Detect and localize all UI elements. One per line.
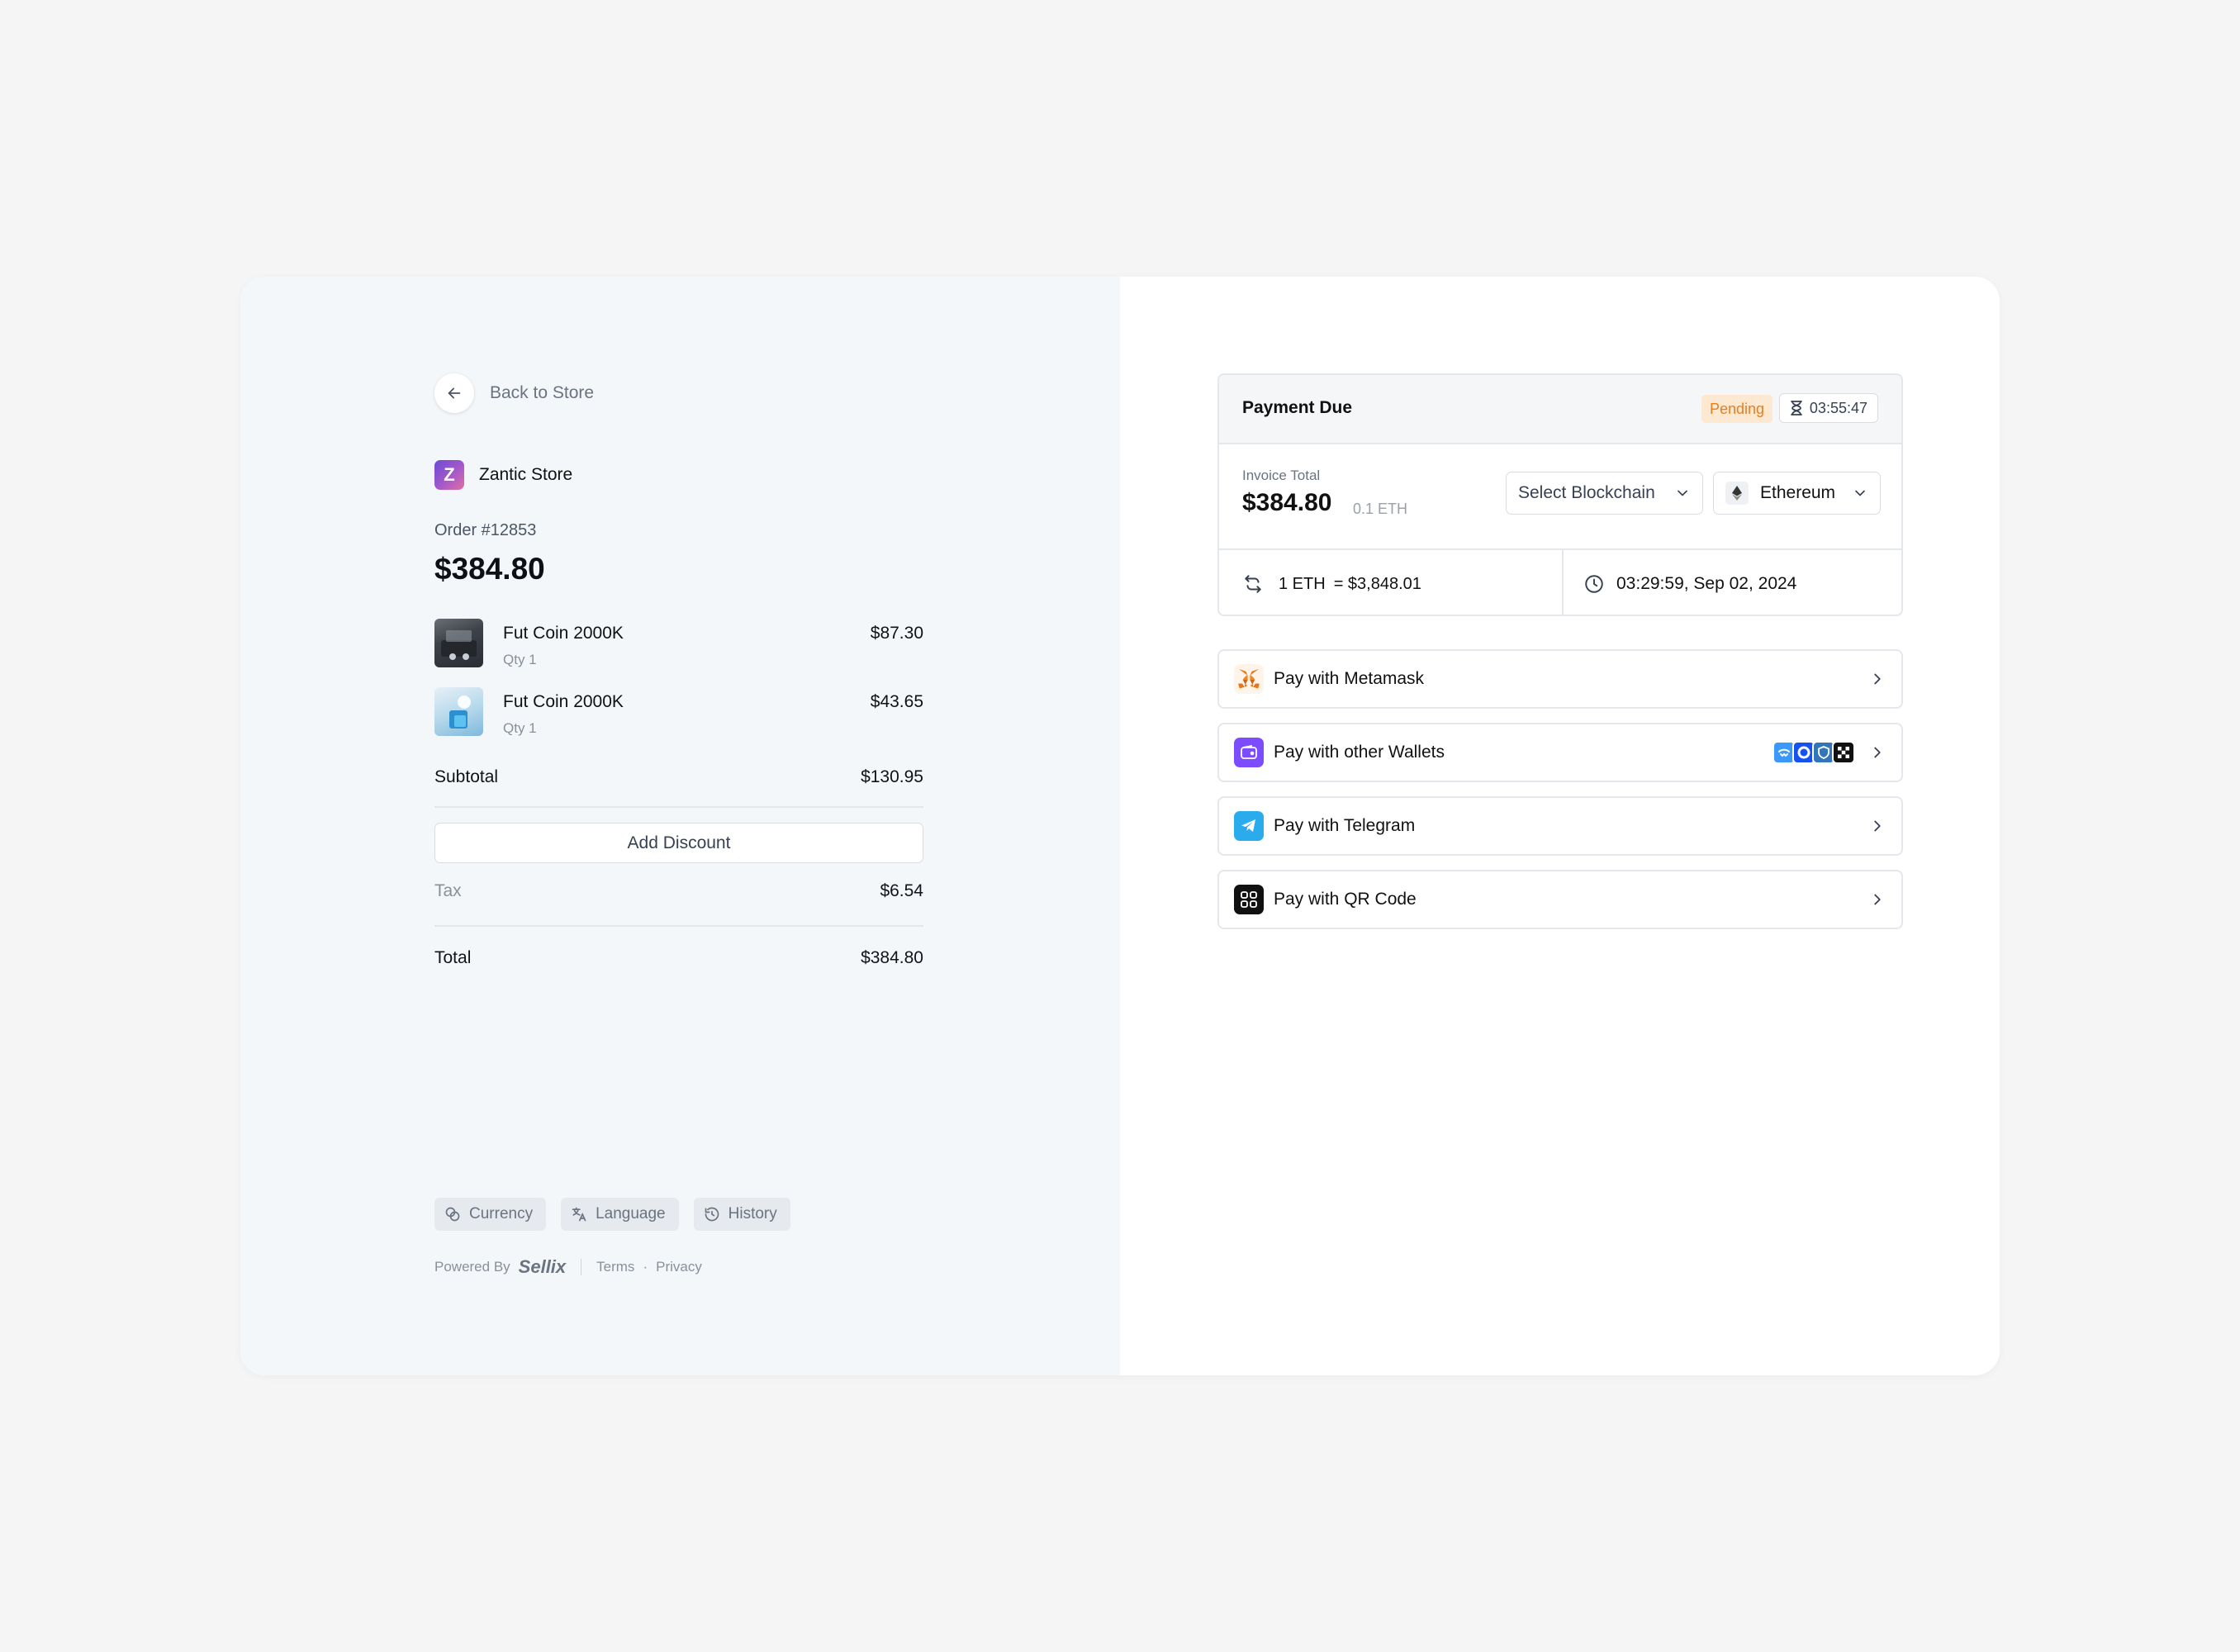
item-price: $43.65: [870, 692, 923, 711]
history-icon: [705, 1207, 719, 1222]
blockchain-select-label: Select Blockchain: [1518, 483, 1655, 502]
store-name: Zantic Store: [479, 465, 573, 484]
payment-panel: Payment Due Pending 03:55:47 Invoice Tot…: [1120, 277, 2000, 1375]
invoice-datetime: 03:29:59, Sep 02, 2024: [1583, 573, 1796, 595]
payment-due-title: Payment Due: [1242, 398, 1353, 417]
invoice-total-label: Invoice Total: [1242, 468, 1321, 483]
invoice-eth-value: 0.1 ETH: [1353, 501, 1408, 517]
tax-label: Tax: [434, 881, 462, 900]
currency-icon: [445, 1207, 460, 1222]
item-qty: Qty 1: [503, 720, 537, 736]
okx-icon: [1832, 741, 1855, 764]
terms-link[interactable]: Terms: [596, 1259, 634, 1275]
item-price: $87.30: [870, 624, 923, 643]
rate-and-time-row: 1 ETH = $3,848.01 03:29:59, Sep 02, 2024: [1219, 548, 1901, 615]
metamask-label: Pay with Metamask: [1274, 669, 1425, 688]
divider: [434, 806, 923, 808]
translate-icon: [572, 1207, 586, 1222]
add-discount-button[interactable]: Add Discount: [434, 823, 923, 863]
telegram-label: Pay with Telegram: [1274, 816, 1416, 835]
history-button[interactable]: History: [693, 1198, 790, 1231]
product-image-icon: [449, 695, 471, 729]
chevron-down-icon: [1678, 490, 1687, 496]
exchange-rate: 1 ETH = $3,848.01: [1242, 573, 1421, 595]
rate-left: 1 ETH: [1279, 574, 1326, 593]
settings-chips: Currency Language History: [434, 1198, 805, 1231]
wallet-logos: [1773, 741, 1855, 764]
countdown-timer: 03:55:47: [1778, 393, 1878, 423]
divider: [434, 925, 923, 927]
arrow-left-icon: [448, 387, 461, 399]
store-logo: Z: [434, 460, 464, 490]
divider: [1562, 550, 1564, 615]
timer-value: 03:55:47: [1809, 399, 1867, 416]
tax-row: Tax $6.54: [434, 881, 923, 901]
total-row: Total $384.80: [434, 948, 923, 968]
clock-icon: [1585, 575, 1603, 593]
powered-by-label: Powered By: [434, 1259, 510, 1275]
item-name: Fut Coin 2000K: [503, 692, 624, 711]
item-qty: Qty 1: [503, 652, 537, 667]
currency-button[interactable]: Currency: [434, 1198, 547, 1231]
list-item: Fut Coin 2000K Qty 1 $87.30: [434, 619, 923, 687]
product-image-icon: [441, 630, 477, 660]
back-button[interactable]: [434, 373, 474, 413]
currency-select-label: Ethereum: [1760, 483, 1836, 502]
blockchain-select[interactable]: Select Blockchain: [1506, 472, 1703, 515]
list-item: Fut Coin 2000K Qty 1 $43.65: [434, 687, 923, 756]
footer: Powered By Sellix Terms · Privacy: [434, 1256, 702, 1278]
payment-due-card: Payment Due Pending 03:55:47 Invoice Tot…: [1217, 373, 1903, 616]
pay-other-wallets-button[interactable]: Pay with other Wallets: [1217, 723, 1903, 782]
subtotal-label: Subtotal: [434, 767, 499, 786]
qr-code-label: Pay with QR Code: [1274, 890, 1417, 909]
ethereum-icon: [1725, 482, 1749, 505]
chevron-right-icon: [1874, 820, 1881, 832]
language-button[interactable]: Language: [561, 1198, 679, 1231]
subtotal-row: Subtotal $130.95: [434, 767, 923, 787]
chevron-right-icon: [1874, 894, 1881, 905]
store-logo-letter: Z: [444, 464, 455, 485]
payment-due-header: Payment Due Pending 03:55:47: [1219, 375, 1901, 444]
hourglass-icon: [1791, 401, 1802, 415]
currency-select[interactable]: Ethereum: [1713, 472, 1881, 515]
order-items-list: Fut Coin 2000K Qty 1 $87.30 Fut Coin 200…: [434, 619, 923, 756]
footer-dot: ·: [643, 1259, 648, 1275]
back-to-store-link[interactable]: Back to Store: [434, 373, 594, 413]
other-wallets-label: Pay with other Wallets: [1274, 743, 1445, 762]
subtotal-value: $130.95: [861, 767, 923, 786]
back-label[interactable]: Back to Store: [490, 383, 594, 403]
telegram-icon: [1234, 811, 1264, 841]
brand-logo[interactable]: Sellix: [519, 1256, 566, 1278]
pay-metamask-button[interactable]: Pay with Metamask: [1217, 649, 1903, 709]
language-label: Language: [596, 1205, 666, 1222]
chevron-down-icon: [1855, 490, 1865, 496]
datetime-value: 03:29:59, Sep 02, 2024: [1616, 574, 1797, 593]
invoice-total-value: $384.80: [1242, 489, 1332, 516]
rate-right: = $3,848.01: [1333, 574, 1421, 593]
checkout-card: Back to Store Z Zantic Store Order #1285…: [240, 277, 2000, 1375]
pay-telegram-button[interactable]: Pay with Telegram: [1217, 796, 1903, 856]
history-label: History: [728, 1205, 777, 1222]
tax-value: $6.54: [880, 881, 923, 900]
product-thumbnail: [434, 687, 483, 736]
order-number: Order #12853: [434, 521, 537, 539]
currency-label: Currency: [469, 1205, 534, 1222]
metamask-icon: [1234, 664, 1264, 694]
total-value: $384.80: [861, 948, 923, 967]
privacy-link[interactable]: Privacy: [656, 1259, 702, 1275]
pay-qr-code-button[interactable]: Pay with QR Code: [1217, 870, 1903, 929]
exchange-icon: [1245, 575, 1261, 593]
chevron-right-icon: [1874, 673, 1881, 685]
status-badge: Pending: [1701, 395, 1773, 423]
order-summary-panel: Back to Store Z Zantic Store Order #1285…: [240, 277, 1120, 1375]
item-name: Fut Coin 2000K: [503, 624, 624, 643]
order-total: $384.80: [434, 552, 545, 586]
store-header: Z Zantic Store: [434, 460, 572, 490]
chevron-right-icon: [1874, 747, 1881, 758]
product-thumbnail: [434, 619, 483, 667]
total-label: Total: [434, 948, 472, 967]
qr-code-icon: [1234, 885, 1264, 914]
wallet-icon: [1234, 738, 1264, 767]
